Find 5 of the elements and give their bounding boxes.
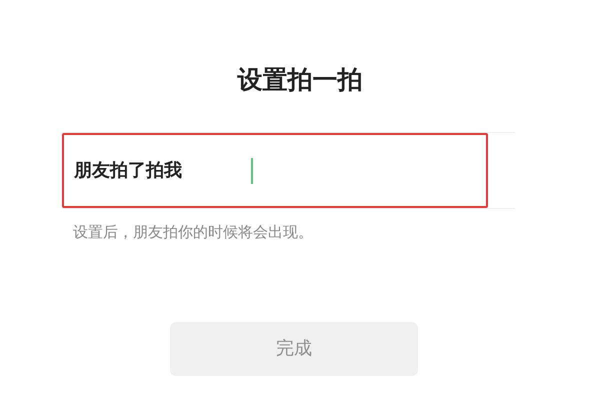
text-cursor [251,158,253,184]
hint-text: 设置后，朋友拍你的时候将会出现。 [73,222,314,243]
page-title: 设置拍一拍 [236,64,364,96]
field-label: 朋友拍了拍我 [74,159,183,183]
text-field[interactable]: 朋友拍了拍我 [62,133,488,208]
